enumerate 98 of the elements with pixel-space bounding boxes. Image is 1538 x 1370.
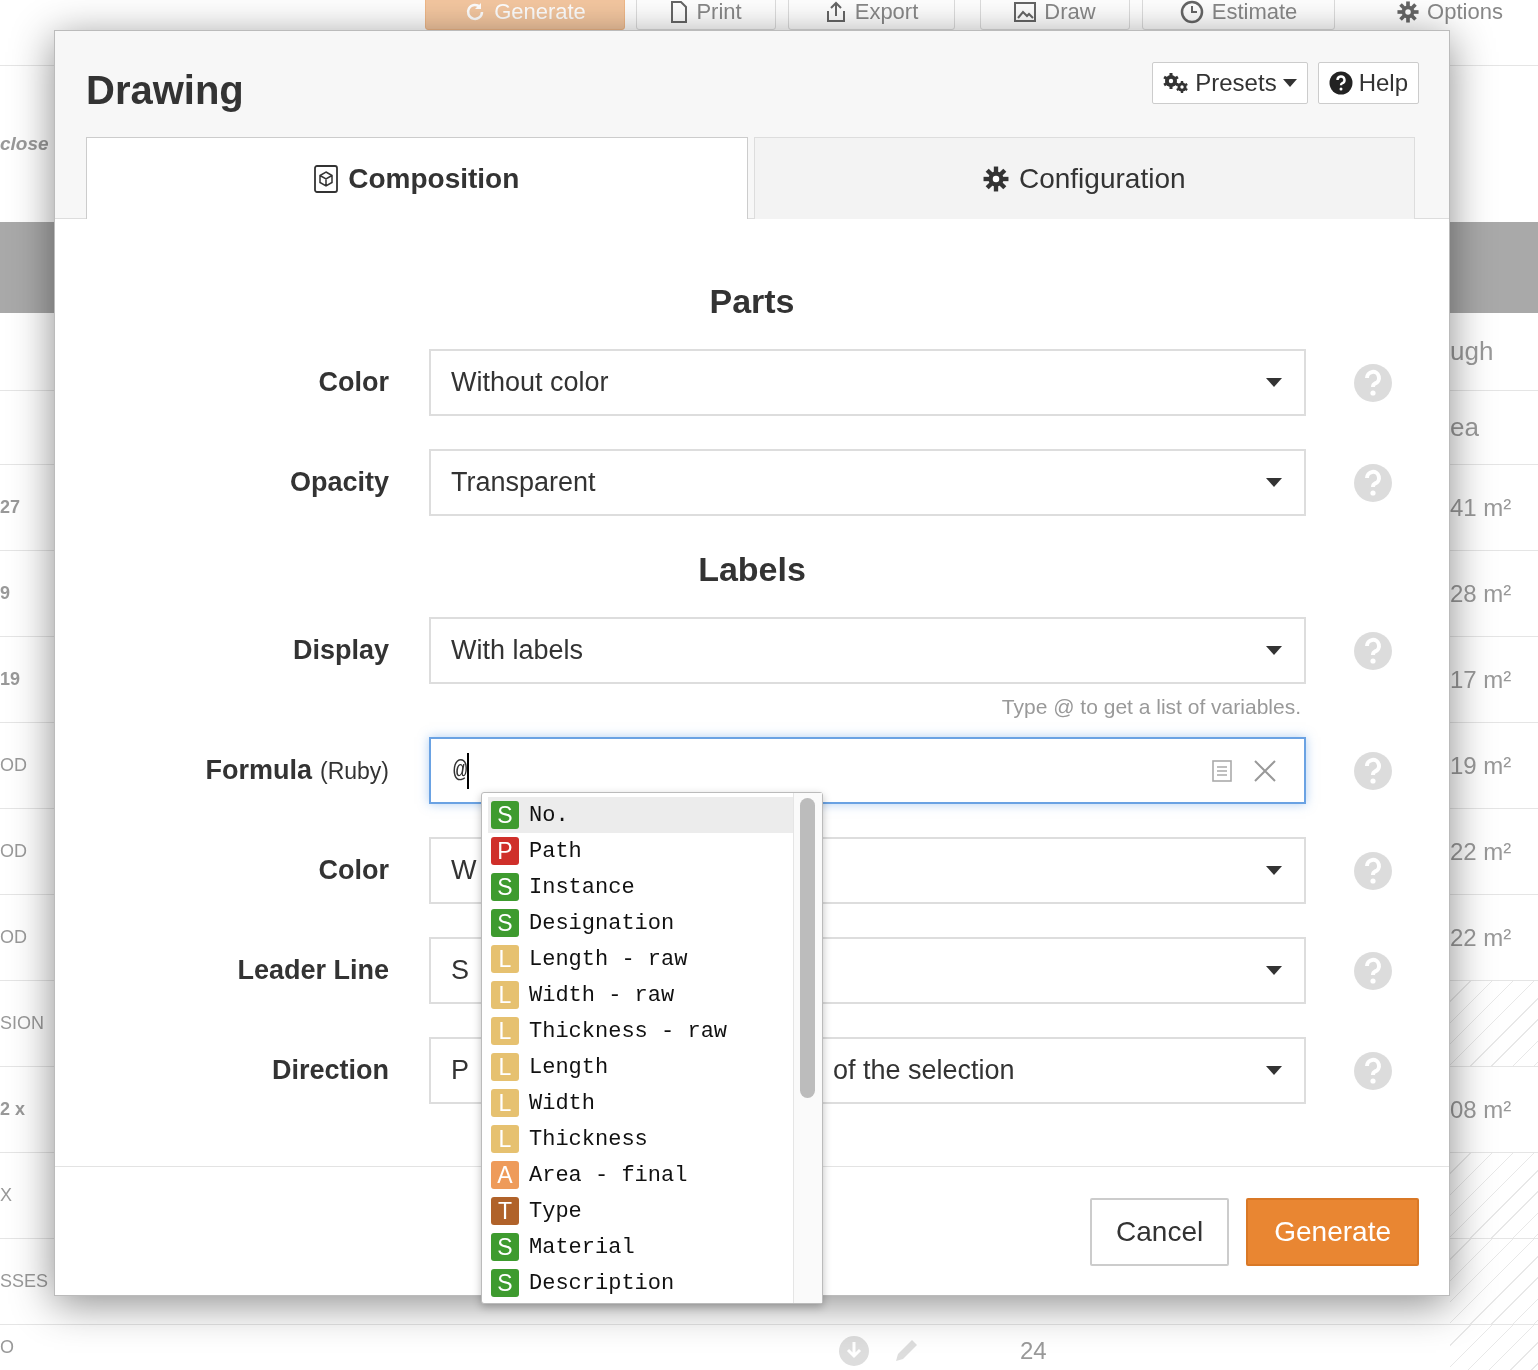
suggestion-item[interactable]: L Thickness [488, 1121, 793, 1157]
table-cell: OD [0, 841, 27, 862]
help-icon [1353, 362, 1393, 403]
table-cell: OD [0, 755, 27, 776]
caret-icon [1266, 866, 1282, 875]
table-cell: 08 m² [1450, 1095, 1512, 1124]
section-heading: Labels [698, 549, 806, 589]
suggestion-item[interactable]: T Type [488, 1193, 793, 1229]
field-label: Color [318, 855, 389, 886]
type-badge: S [491, 873, 519, 901]
toolbar-button[interactable]: Print [636, 0, 776, 30]
dialog-title: Drawing [86, 68, 244, 113]
help-icon [1353, 462, 1393, 503]
select-field[interactable]: Transparent [429, 449, 1306, 516]
help-icon [1353, 950, 1393, 991]
table-cell: 9 [0, 583, 10, 604]
caret-icon [1266, 1066, 1282, 1075]
table-cell: SION [0, 1013, 44, 1034]
caret-icon [1266, 378, 1282, 387]
field-label: Display [292, 635, 389, 666]
toolbar-button[interactable]: Estimate [1142, 0, 1335, 30]
type-badge: A [491, 1161, 519, 1189]
field-note: (Ruby) [320, 758, 389, 785]
toolbar-button[interactable]: Options [1362, 0, 1538, 30]
hint-text: Type @ to get a list of variables. [1001, 695, 1301, 720]
upload-icon [824, 1, 847, 23]
help-icon [1353, 750, 1393, 791]
table-cell: O [0, 1337, 14, 1358]
document-icon [670, 1, 689, 23]
type-badge: S [491, 1269, 519, 1297]
suggestion-item[interactable]: S Description [488, 1265, 793, 1301]
type-badge: S [491, 801, 519, 829]
table-cell: 22 m² [1450, 923, 1512, 952]
type-badge: L [491, 1053, 519, 1081]
help-icon [1353, 1050, 1393, 1091]
table-cell: 19 m² [1450, 751, 1512, 780]
table-cell: SSES [0, 1271, 49, 1292]
type-badge: L [491, 1125, 519, 1153]
help-icon [1353, 850, 1393, 891]
help-icon [1328, 71, 1353, 95]
column-header: ugh [1450, 336, 1495, 367]
field-label: Direction [271, 1055, 389, 1086]
field-label: Color [318, 367, 389, 398]
caret-icon [1282, 79, 1297, 87]
toolbar-button[interactable]: Draw [980, 0, 1130, 30]
table-cell: 28 m² [1450, 579, 1512, 608]
table-cell: 19 [0, 669, 21, 690]
list-icon[interactable] [1212, 759, 1232, 782]
select-field[interactable]: With labels [429, 617, 1306, 684]
tab[interactable]: Configuration [753, 137, 1415, 219]
type-badge: L [491, 1017, 519, 1045]
suggestion-item[interactable]: A Area - final [488, 1157, 793, 1193]
suggestion-item[interactable]: L Length - raw [488, 941, 793, 977]
table-cell: 24 [1020, 1337, 1047, 1365]
section-heading: Parts [709, 281, 795, 321]
type-badge: P [491, 837, 519, 865]
close-icon[interactable] [1254, 759, 1276, 782]
suggestion-item[interactable]: S Instance [488, 869, 793, 905]
type-badge: L [491, 945, 519, 973]
settings-icon [1397, 1, 1420, 23]
field-label: Leader Line [237, 955, 389, 986]
table-cell: 41 m² [1450, 493, 1512, 522]
tab[interactable]: Composition [86, 137, 748, 219]
toolbar-button[interactable]: Export [788, 0, 955, 30]
gears-icon [1163, 72, 1190, 94]
settings-icon [982, 165, 1009, 192]
type-badge: S [491, 1233, 519, 1261]
presets-button[interactable]: Presets [1152, 62, 1308, 104]
clock-icon [1179, 0, 1204, 24]
suggestion-item[interactable]: S Material [488, 1229, 793, 1265]
field-label: Formula [205, 755, 312, 786]
caret-icon [1266, 646, 1282, 655]
select-field[interactable]: Without color [429, 349, 1306, 416]
table-cell: 17 m² [1450, 665, 1512, 694]
image-icon [1014, 1, 1037, 23]
table-cell: 27 [0, 497, 21, 518]
cancel-button[interactable]: Cancel [1090, 1198, 1230, 1266]
help-button[interactable]: Help [1317, 62, 1419, 104]
column-header: ea [1450, 412, 1480, 443]
suggestion-item[interactable]: L Length [488, 1049, 793, 1085]
text-cursor [467, 752, 470, 789]
table-cell: 22 m² [1450, 837, 1512, 866]
type-badge: L [491, 1089, 519, 1117]
suggestion-item[interactable]: S No. [488, 797, 793, 833]
field-label: Opacity [289, 467, 389, 498]
type-badge: T [491, 1197, 519, 1225]
table-cell: close [0, 133, 49, 155]
caret-icon [1266, 478, 1282, 487]
table-cell: 2 x [0, 1099, 26, 1120]
type-badge: L [491, 981, 519, 1009]
scrollbar-thumb[interactable] [800, 798, 815, 1098]
table-cell: OD [0, 927, 27, 948]
table-cell: X [0, 1185, 12, 1206]
type-badge: S [491, 909, 519, 937]
help-icon [1353, 630, 1393, 671]
download-circle-icon [838, 1335, 870, 1367]
caret-icon [1266, 966, 1282, 975]
cube-icon [314, 164, 339, 193]
